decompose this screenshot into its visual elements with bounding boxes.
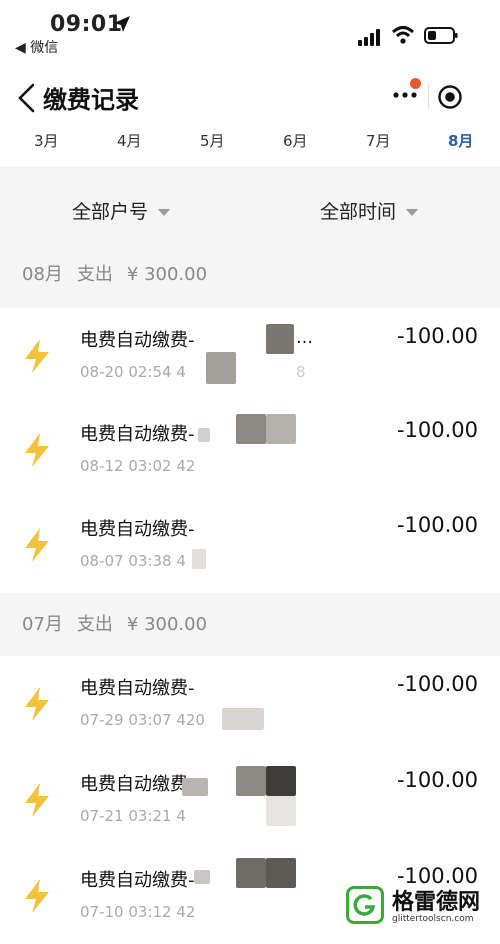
redaction-blur bbox=[198, 428, 210, 442]
tab-month-7[interactable]: 7月 bbox=[366, 130, 391, 151]
lightning-icon bbox=[25, 528, 49, 562]
tab-month-3[interactable]: 3月 bbox=[34, 130, 59, 151]
record-date: 07-21 03:21 4 bbox=[80, 807, 186, 825]
record-title: 电费自动缴费- bbox=[80, 424, 195, 445]
more-icon[interactable] bbox=[391, 88, 421, 102]
record-amount: -100.00 bbox=[396, 768, 478, 792]
section-total: ¥ 300.00 bbox=[126, 264, 208, 285]
status-bar: 09:01 ◀ 微信 bbox=[0, 0, 500, 62]
record-date-tail: 8 bbox=[296, 363, 306, 381]
status-time: 09:01 bbox=[50, 12, 123, 37]
record-item[interactable]: 电费自动缴费- 08-20 02:54 4 -100.00 … 8 bbox=[0, 308, 500, 404]
tab-month-5[interactable]: 5月 bbox=[200, 130, 225, 151]
redaction-blur bbox=[266, 796, 296, 826]
redaction-blur bbox=[236, 858, 266, 888]
page-title: 缴费记录 bbox=[43, 86, 139, 114]
back-chevron-icon[interactable] bbox=[16, 82, 36, 114]
redaction-blur bbox=[266, 858, 296, 888]
redaction-blur bbox=[266, 414, 296, 444]
watermark: 格雷德网 glittertoolscn.com bbox=[346, 880, 496, 928]
record-date: 08-12 03:02 42 bbox=[80, 457, 196, 475]
caret-down-icon bbox=[406, 209, 419, 216]
cellular-signal-icon bbox=[358, 28, 380, 46]
back-to-wechat[interactable]: ◀ 微信 bbox=[15, 37, 58, 57]
tab-month-6[interactable]: 6月 bbox=[283, 130, 308, 151]
redaction-blur bbox=[182, 778, 208, 796]
section-type: 支出 bbox=[76, 614, 113, 635]
lightning-icon bbox=[25, 433, 49, 467]
account-filter-dropdown[interactable]: 全部户号 bbox=[72, 197, 171, 224]
location-arrow-icon bbox=[114, 16, 130, 32]
lightning-icon bbox=[25, 687, 49, 721]
watermark-name: 格雷德网 bbox=[392, 890, 481, 915]
section-total: ¥ 300.00 bbox=[126, 614, 208, 635]
section-header: 07月 支出 ¥ 300.00 bbox=[22, 610, 221, 636]
close-miniprogram-icon[interactable] bbox=[437, 84, 463, 110]
watermark-logo-icon bbox=[346, 886, 384, 924]
capsule-divider bbox=[428, 84, 429, 108]
notification-dot bbox=[410, 78, 421, 89]
section-month: 08月 bbox=[22, 264, 63, 285]
tab-month-4[interactable]: 4月 bbox=[117, 130, 142, 151]
redaction-blur bbox=[222, 708, 264, 730]
redaction-blur bbox=[192, 549, 206, 569]
battery-icon bbox=[424, 27, 458, 44]
record-title: 电费自动缴费- bbox=[80, 678, 195, 699]
record-title: 电费自动缴费- bbox=[80, 870, 195, 891]
section-month: 07月 bbox=[22, 614, 63, 635]
record-date: 08-07 03:38 4 bbox=[80, 552, 186, 570]
record-amount: -100.00 bbox=[396, 672, 478, 696]
redaction-blur bbox=[236, 414, 266, 444]
record-title-tail: … bbox=[296, 328, 313, 348]
record-amount: -100.00 bbox=[396, 513, 478, 537]
record-item[interactable]: 电费自动缴费- 07-29 03:07 420 -100.00 bbox=[0, 656, 500, 752]
section-type: 支出 bbox=[76, 264, 113, 285]
redaction-blur bbox=[266, 324, 294, 354]
record-item[interactable]: 电费自动缴费- 08-07 03:38 4 -100.00 bbox=[0, 497, 500, 593]
record-date: 07-29 03:07 420 bbox=[80, 711, 205, 729]
record-date: 08-20 02:54 4 bbox=[80, 363, 186, 381]
watermark-url: glittertoolscn.com bbox=[392, 914, 474, 924]
account-filter-label: 全部户号 bbox=[72, 201, 149, 223]
time-filter-dropdown[interactable]: 全部时间 bbox=[320, 197, 419, 224]
redaction-blur bbox=[266, 766, 296, 796]
record-title: 电费自动缴费- bbox=[80, 330, 195, 351]
lightning-icon bbox=[25, 879, 49, 913]
caret-down-icon bbox=[158, 209, 171, 216]
redaction-blur bbox=[236, 766, 266, 796]
lightning-icon bbox=[25, 783, 49, 817]
record-item[interactable]: 电费自动缴费- 07-21 03:21 4 -100.00 bbox=[0, 752, 500, 848]
record-date: 07-10 03:12 42 bbox=[80, 903, 196, 921]
record-amount: -100.00 bbox=[396, 418, 478, 442]
lightning-icon bbox=[25, 339, 49, 373]
record-item[interactable]: 电费自动缴费- 08-12 03:02 42 -100.00 bbox=[0, 402, 500, 498]
redaction-blur bbox=[194, 870, 210, 884]
record-title: 电费自动缴费- bbox=[80, 519, 195, 540]
tab-month-8[interactable]: 8月 bbox=[448, 130, 473, 151]
record-title: 电费自动缴费- bbox=[80, 774, 195, 795]
wifi-icon bbox=[392, 26, 414, 44]
record-amount: -100.00 bbox=[396, 324, 478, 348]
time-filter-label: 全部时间 bbox=[320, 201, 397, 223]
section-header: 08月 支出 ¥ 300.00 bbox=[22, 260, 221, 286]
month-tabs: 3月 4月 5月 6月 7月 8月 bbox=[0, 118, 500, 166]
redaction-blur bbox=[206, 352, 236, 384]
